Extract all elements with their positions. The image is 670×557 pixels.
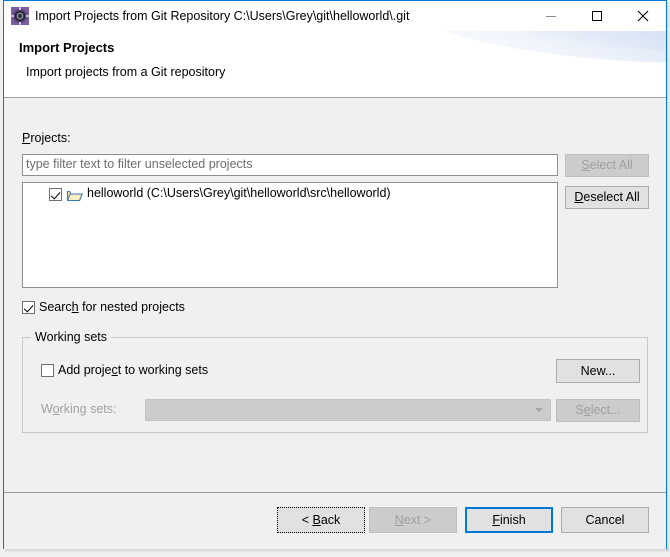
new-working-set-button[interactable]: New... (556, 359, 640, 383)
deselect-all-label: Deselect All (574, 191, 639, 204)
ws-label-mnemonic: o (52, 402, 60, 416)
search-nested-projects-label: Search for nested projects (39, 300, 185, 314)
project-label: helloworld (C:\Users\Grey\git\helloworld… (87, 186, 391, 200)
chevron-down-icon (535, 408, 543, 412)
projects-label-rest: rojects: (30, 131, 71, 145)
table-row[interactable]: helloworld (C:\Users\Grey\git\helloworld… (23, 185, 557, 205)
select-all-label: Select All (581, 159, 632, 172)
add-label-before: Add proje (58, 363, 112, 377)
cancel-button-label: Cancel (585, 512, 625, 527)
select-button-mnemonic: e (583, 403, 591, 418)
nested-label-after: for nested projects (78, 300, 185, 314)
page-subtitle: Import projects from a Git repository (26, 65, 226, 79)
projects-tree[interactable]: helloworld (C:\Users\Grey\git\helloworld… (22, 182, 558, 288)
ws-label-after: rking sets: (59, 402, 117, 416)
working-sets-group-title: Working sets (31, 330, 112, 344)
next-mnemonic: N (394, 512, 404, 527)
checkbox-glyph (49, 188, 62, 201)
window-frame: Import Projects from Git Repository C:\U… (3, 0, 667, 549)
new-button-label: New... (580, 363, 616, 378)
dialog-body: Projects: type filter text to filter uns… (4, 98, 666, 492)
select-all-mnemonic: S (581, 158, 590, 173)
filter-input[interactable]: type filter text to filter unselected pr… (22, 154, 558, 176)
minimize-icon (546, 15, 556, 17)
checkbox-glyph (22, 301, 35, 314)
deselect-all-button[interactable]: Deselect All (565, 186, 649, 209)
back-mnemonic: B (312, 512, 321, 527)
add-label-after: t to working sets (117, 363, 209, 377)
select-all-rest: elect All (589, 158, 633, 173)
maximize-button[interactable] (574, 1, 620, 30)
working-sets-group: Working sets Add project to working sets… (22, 330, 648, 433)
finish-mnemonic: F (492, 512, 500, 527)
add-project-label: Add project to working sets (58, 363, 208, 377)
working-sets-combo[interactable] (145, 399, 551, 421)
maximize-icon (592, 10, 602, 21)
back-button-label: < Back (301, 512, 341, 527)
finish-button-label: Finish (492, 512, 526, 527)
window-title: Import Projects from Git Repository C:\U… (35, 9, 410, 23)
nested-label-mnemonic: h (71, 300, 79, 314)
wizard-banner: Import Projects Import projects from a G… (4, 31, 666, 97)
window-shadow-bottom (5, 549, 669, 553)
select-button-label: Select... (575, 403, 621, 418)
ws-label-before: W (41, 402, 53, 416)
page-title: Import Projects (19, 40, 115, 55)
minimize-button[interactable] (528, 1, 574, 30)
deselect-all-rest: eselect All (583, 190, 640, 205)
checkbox-glyph (41, 364, 54, 377)
select-working-set-button[interactable]: Select... (556, 399, 640, 422)
back-button[interactable]: < Back (277, 507, 365, 533)
close-button[interactable] (620, 1, 666, 30)
filter-placeholder: type filter text to filter unselected pr… (26, 157, 253, 171)
dialog-footer: < Back Next > Finish Cancel (4, 493, 666, 549)
finish-button[interactable]: Finish (465, 507, 553, 533)
nested-label-before: Searc (39, 300, 72, 314)
title-bar[interactable]: Import Projects from Git Repository C:\U… (4, 1, 666, 31)
close-icon (637, 10, 649, 21)
next-button-label: Next > (394, 512, 432, 527)
import-projects-dialog: Import Projects from Git Repository C:\U… (0, 0, 670, 557)
next-button[interactable]: Next > (369, 507, 457, 533)
project-checkbox[interactable] (49, 188, 62, 206)
cancel-button[interactable]: Cancel (561, 507, 649, 533)
select-all-button[interactable]: Select All (565, 154, 649, 177)
open-folder-icon (67, 189, 83, 202)
projects-label: Projects: (22, 131, 71, 145)
working-sets-label: Working sets: (41, 402, 117, 416)
eclipse-wizard-icon (11, 7, 29, 25)
